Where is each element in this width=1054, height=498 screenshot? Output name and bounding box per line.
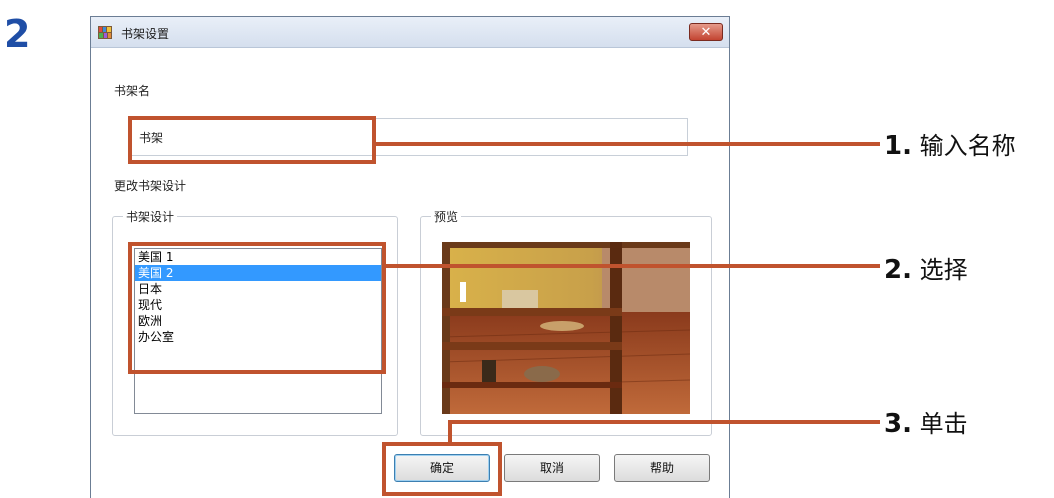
bookshelf-app-icon xyxy=(98,26,112,39)
cancel-button[interactable]: 取消 xyxy=(504,454,600,482)
step-number: 2 xyxy=(4,12,31,56)
list-highlight-box xyxy=(128,242,386,374)
callout-2-number: 2. xyxy=(884,255,912,285)
callout-1-text: 输入名称 xyxy=(919,132,1016,160)
callout-1-leader xyxy=(376,142,880,146)
name-label: 书架名 xyxy=(114,84,151,98)
callout-1-number: 1. xyxy=(884,131,912,161)
dialog-title: 书架设置 xyxy=(121,27,170,41)
change-design-label: 更改书架设计 xyxy=(114,179,187,193)
ok-highlight-box xyxy=(382,442,502,496)
callout-2-text: 选择 xyxy=(919,256,968,284)
callout-3: 3. 单击 xyxy=(884,404,968,439)
close-icon: ✕ xyxy=(700,25,712,40)
help-button[interactable]: 帮助 xyxy=(614,454,710,482)
callout-3-text: 单击 xyxy=(919,410,968,438)
name-highlight-box xyxy=(128,116,376,164)
callout-3-number: 3. xyxy=(884,409,912,439)
preview-group-title: 预览 xyxy=(431,208,462,225)
callout-2: 2. 选择 xyxy=(884,250,968,285)
close-button[interactable]: ✕ xyxy=(689,23,723,41)
callout-3-leader xyxy=(448,420,880,424)
callout-2-leader xyxy=(386,264,880,268)
callout-1: 1. 输入名称 xyxy=(884,126,1016,161)
design-group-title: 书架设计 xyxy=(123,208,178,225)
title-bar[interactable]: 书架设置 ✕ xyxy=(91,17,729,48)
